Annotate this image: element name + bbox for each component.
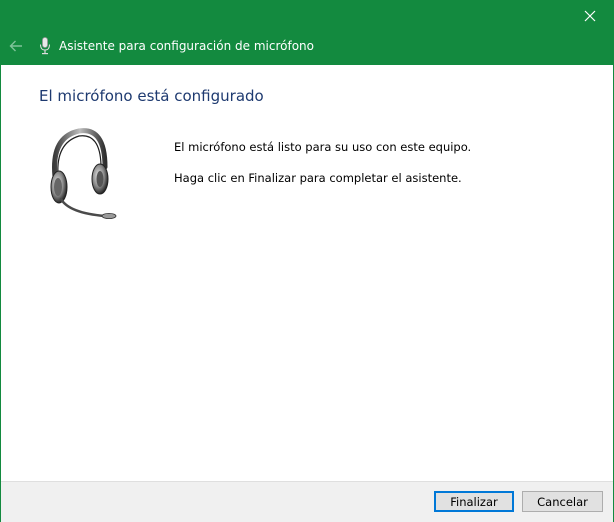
back-arrow-icon [9, 40, 22, 52]
close-icon [584, 10, 596, 22]
finish-button[interactable]: Finalizar [434, 491, 514, 512]
back-button[interactable] [6, 35, 26, 57]
close-button[interactable] [567, 1, 613, 31]
content-area: El micrófono está configurado El micrófo… [1, 65, 613, 481]
wizard-nav-row: Asistente para configuración de micrófon… [1, 31, 613, 63]
finish-instruction: Haga clic en Finalizar para completar el… [174, 171, 462, 185]
page-heading: El micrófono está configurado [39, 87, 264, 105]
button-bar: Finalizar Cancelar [1, 481, 613, 522]
headset-icon [50, 128, 117, 220]
wizard-window: Asistente para configuración de micrófon… [0, 0, 614, 522]
wizard-title: Asistente para configuración de micrófon… [59, 39, 314, 53]
ready-message: El micrófono está listo para su uso con … [174, 140, 472, 154]
microphone-icon [40, 37, 50, 55]
title-bar: Asistente para configuración de micrófon… [1, 1, 613, 65]
cancel-button[interactable]: Cancelar [522, 491, 603, 512]
